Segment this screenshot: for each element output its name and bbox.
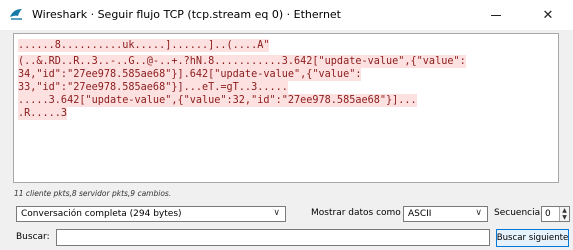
wireshark-icon <box>10 9 22 20</box>
window-title: Wireshark · Seguir flujo TCP (tcp.stream… <box>32 8 341 21</box>
data-format-value: ASCII <box>408 209 432 219</box>
data-format-select[interactable]: ASCII ∨ <box>403 206 488 222</box>
conversation-select[interactable]: Conversación completa (294 bytes) ∨ <box>16 206 286 222</box>
search-input[interactable] <box>56 229 490 246</box>
minimize-icon <box>491 14 501 16</box>
stream-line: .....3.642["update-value",{"value":32,"i… <box>18 94 417 107</box>
show-data-as-label: Mostrar datos como <box>311 208 401 218</box>
close-icon: ✕ <box>542 7 554 23</box>
chevron-down-icon: ∨ <box>475 208 482 218</box>
stream-line: 33,"id":"27ee978.585ae68"}]...eT.=gT..3.… <box>18 81 288 94</box>
stream-line: 34,"id":"27ee978.585ae68"}].642["update-… <box>18 68 362 81</box>
close-button[interactable]: ✕ <box>528 0 568 30</box>
sequence-spinbox[interactable]: 0 ▲ ▼ <box>541 206 570 222</box>
stream-summary: 11 cliente pkts,8 servidor pkts,9 cambio… <box>14 189 172 198</box>
title-bar: Wireshark · Seguir flujo TCP (tcp.stream… <box>0 0 573 30</box>
stream-content-area[interactable]: ......8..........uk.....]......]..(....A… <box>13 33 559 183</box>
sequence-label: Secuencia <box>494 208 541 218</box>
spin-arrows-icon[interactable]: ▲ ▼ <box>559 207 569 221</box>
search-label: Buscar: <box>16 232 50 242</box>
stream-line: .R.....3 <box>18 107 68 120</box>
chevron-down-icon: ∨ <box>273 208 280 218</box>
stream-line: ......8..........uk.....]......]..(....A… <box>18 39 270 52</box>
find-next-button[interactable]: Buscar siguiente <box>496 229 569 247</box>
minimize-button[interactable] <box>476 0 516 30</box>
sequence-value: 0 <box>545 209 551 219</box>
stream-line: (..&.RD..R..3..-..G..@-..+.?hN.8........… <box>18 55 466 68</box>
follow-tcp-stream-window: Wireshark · Seguir flujo TCP (tcp.stream… <box>0 0 573 250</box>
conversation-select-value: Conversación completa (294 bytes) <box>21 209 182 219</box>
